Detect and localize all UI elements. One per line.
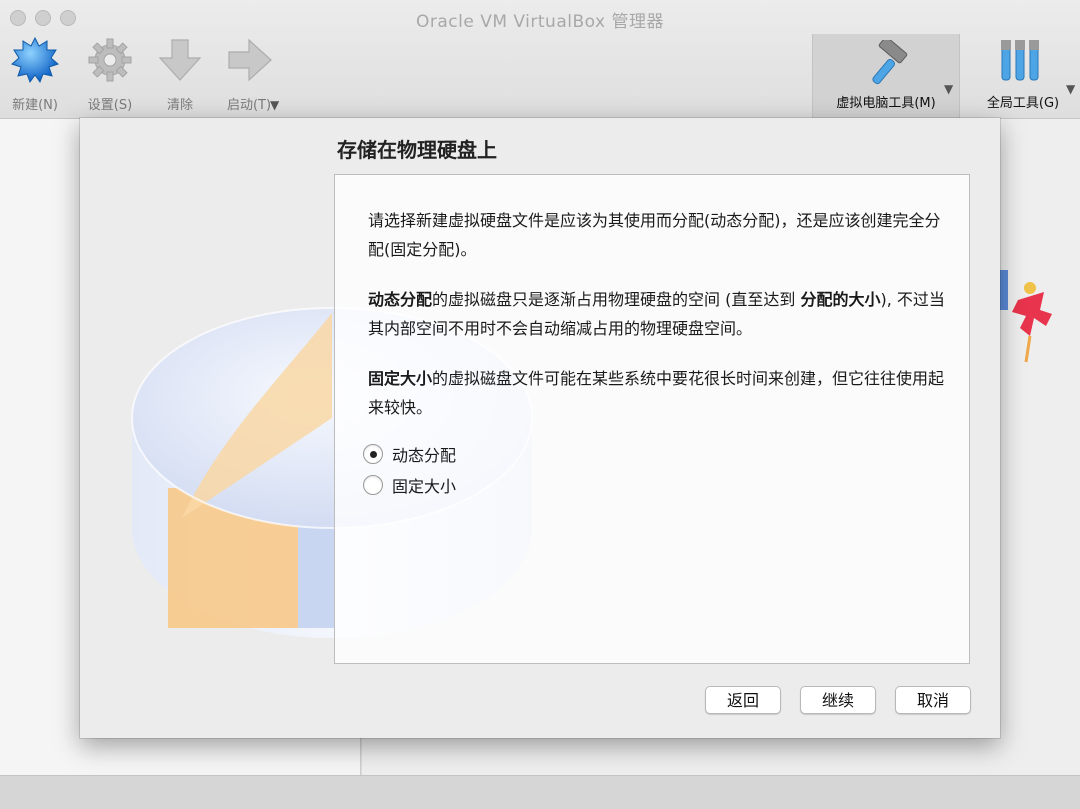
settings-label: 设置(S) [87,98,133,113]
new-icon [11,36,59,84]
discard-label: 清除 [166,98,193,113]
radio-fixed-label: 固定大小 [392,477,457,496]
fixed-term: 固定大小 [368,369,433,388]
gear-icon [88,38,132,82]
radio-fixed[interactable] [363,475,383,495]
new-button[interactable]: 新建(N) [2,36,68,113]
allocated-size-term: 分配的大小 [800,290,881,309]
dynamic-description: 动态分配的虚拟磁盘只是逐渐占用物理硬盘的空间 (直至达到 分配的大小), 不过当… [368,285,948,343]
continue-button[interactable]: 继续 [800,686,876,714]
machine-tools-pane[interactable]: 虚拟电脑工具(M) [812,34,960,118]
dialog-content-panel: 请选择新建虚拟硬盘文件是应该为其使用而分配(动态分配)，还是应该创建完全分配(固… [334,174,970,664]
window-title: Oracle VM VirtualBox 管理器 [416,12,664,32]
hammer-icon [872,40,908,85]
machine-tools-label: 虚拟电脑工具(M) [836,96,936,111]
create-disk-dialog: 存储在物理硬盘上 请选择新建虚拟硬盘文件是应该为其使用而分配(动态分配)，还是应… [80,118,1000,738]
settings-button[interactable]: 设置(S) [77,36,143,113]
arrow-down-icon [158,39,202,81]
fixed-desc-part1: 的虚拟磁盘文件可能在某些系统中要花很长时间来创建，但它往往使用起来较快。 [368,369,945,417]
status-bar [0,775,1080,809]
machine-tools-dropdown-icon[interactable]: ▼ [944,82,953,96]
radio-fixed-option[interactable]: 固定大小 [363,473,456,497]
dynamic-term: 动态分配 [368,290,433,309]
global-tools-button[interactable]: 全局工具(G) [980,34,1066,118]
intro-text: 请选择新建虚拟硬盘文件是应该为其使用而分配(动态分配)，还是应该创建完全分配(固… [368,211,941,259]
mascot-icon [1000,270,1052,363]
back-button[interactable]: 返回 [705,686,781,714]
global-tools-dropdown-icon[interactable]: ▼ [1066,82,1075,96]
fixed-description: 固定大小的虚拟磁盘文件可能在某些系统中要花很长时间来创建，但它往往使用起来较快。 [368,364,948,422]
arrow-right-icon [228,38,272,82]
new-label: 新建(N) [12,98,58,113]
start-dropdown-icon[interactable]: ▼ [270,98,279,112]
dialog-title: 存储在物理硬盘上 [337,138,497,162]
cancel-button[interactable]: 取消 [895,686,971,714]
discard-button[interactable]: 清除 [147,36,213,113]
radio-dynamic[interactable] [363,444,383,464]
radio-dynamic-option[interactable]: 动态分配 [363,442,456,466]
radio-dynamic-label: 动态分配 [392,446,457,465]
tools-icon [1001,40,1039,81]
dynamic-desc-part1: 的虚拟磁盘只是逐渐占用物理硬盘的空间 (直至达到 [432,290,801,309]
global-tools-label: 全局工具(G) [986,96,1060,111]
window-toolbar: Oracle VM VirtualBox 管理器 新建(N) 设置(S) 清除 [0,0,1080,119]
